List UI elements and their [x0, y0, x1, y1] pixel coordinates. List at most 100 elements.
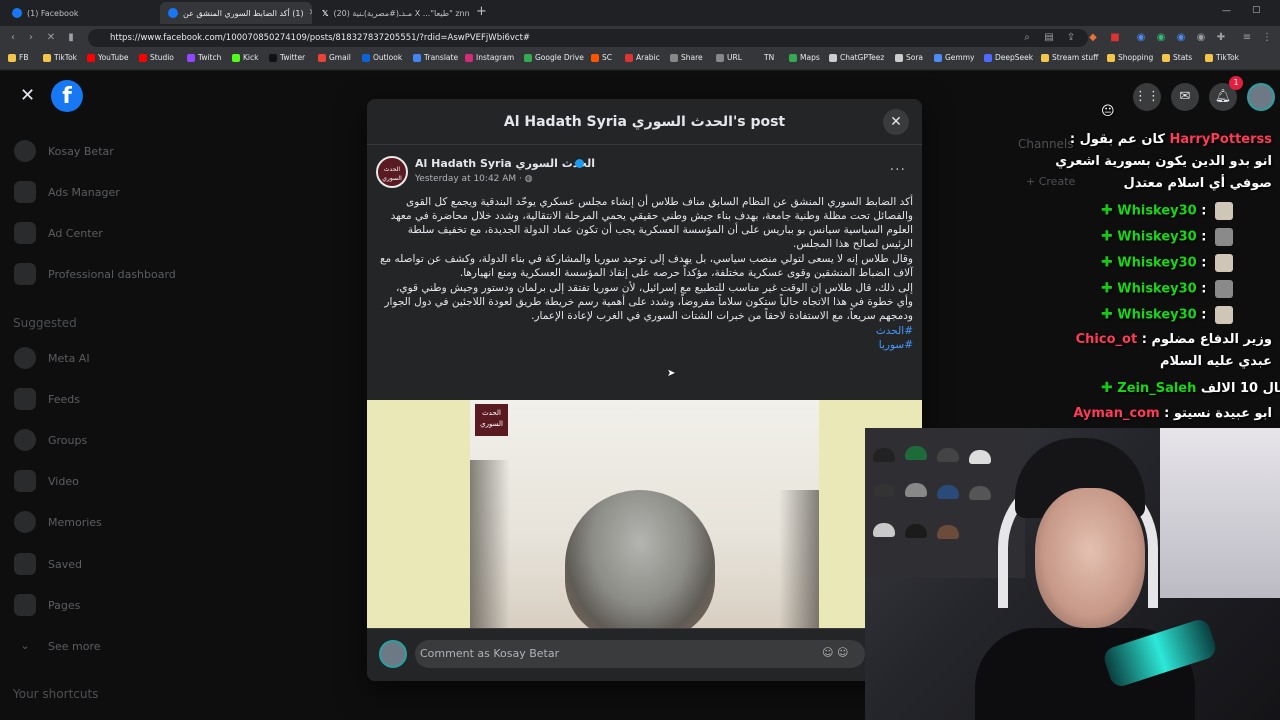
- address-bar[interactable]: https://www.facebook.com/100070850274109…: [88, 29, 1088, 47]
- bookmark-item[interactable]: Twitter: [269, 53, 305, 62]
- bookmark-item[interactable]: Gmail: [318, 53, 351, 62]
- gmail-icon: [318, 53, 326, 62]
- bookmark-item[interactable]: SC: [591, 53, 612, 62]
- plus-badge-icon: ✚: [1101, 228, 1113, 245]
- extension-icon[interactable]: ◉: [1194, 31, 1208, 45]
- kick-icon: [232, 53, 240, 62]
- bookmark-item[interactable]: Shopping: [1107, 53, 1153, 62]
- bookmark-item[interactable]: Outlook: [362, 53, 402, 62]
- maps-icon: [789, 53, 797, 62]
- facebook-logo-icon[interactable]: f: [51, 80, 83, 112]
- post-options-button[interactable]: ···: [890, 162, 906, 178]
- share-icon[interactable]: ⇪: [1064, 31, 1078, 45]
- hashtag-link[interactable]: #سوريا: [377, 338, 913, 352]
- sidebar-item-meta-ai[interactable]: Meta AI: [14, 345, 90, 371]
- bookmark-item[interactable]: Translate: [413, 53, 458, 62]
- close-viewer-icon[interactable]: ✕: [20, 85, 35, 106]
- sidebar-item-pages[interactable]: Pages: [14, 592, 80, 618]
- messenger-icon[interactable]: ✉: [1171, 83, 1199, 111]
- dashboard-icon: [14, 263, 36, 285]
- avatar[interactable]: [1247, 83, 1275, 111]
- bookmark-item[interactable]: Maps: [789, 53, 820, 62]
- url-text: https://www.facebook.com/100070850274109…: [110, 33, 531, 43]
- post-timestamp[interactable]: Yesterday at 10:42 AM · ◍: [415, 174, 533, 184]
- extension-icon[interactable]: ◉: [1174, 31, 1188, 45]
- post-image[interactable]: الحدث السوري: [470, 400, 819, 628]
- bookmark-item[interactable]: Twitch: [187, 53, 221, 62]
- browser-tab-active[interactable]: (1) أكد الضابط السوري المنشق عن ✕: [160, 2, 312, 24]
- emoji-sticker-icons[interactable]: ☺ ☺: [822, 646, 848, 659]
- tab-title: (1) Facebook: [27, 8, 79, 18]
- bookmark-item[interactable]: FB: [8, 53, 28, 62]
- chat-message: وزير الدفاع مضلوم : Chico_ot: [1075, 332, 1272, 347]
- bookmark-item[interactable]: Google Drive: [524, 53, 584, 62]
- bookmark-item[interactable]: Gemmy: [934, 53, 974, 62]
- sidebar-item-ad-center[interactable]: Ad Center: [14, 220, 103, 246]
- bookmark-item[interactable]: ChatGPTeez: [829, 53, 884, 62]
- folder-icon: [43, 53, 51, 62]
- sidebar-section-heading: Suggested: [13, 316, 77, 330]
- maximize-icon[interactable]: ▢: [1252, 5, 1261, 15]
- sidebar-item-professional-dashboard[interactable]: Professional dashboard: [14, 261, 176, 287]
- chat-message: ✚ Whiskey30 :: [1101, 280, 1233, 298]
- menu-grid-icon[interactable]: ⋮⋮: [1133, 83, 1161, 111]
- bookmark-item[interactable]: Sora: [895, 53, 923, 62]
- brave-shield-icon[interactable]: ◆: [1086, 31, 1100, 45]
- bookmark-item[interactable]: Studio: [139, 53, 174, 62]
- forward-icon[interactable]: ›: [24, 31, 38, 45]
- adblock-icon[interactable]: ■: [1108, 31, 1122, 45]
- bookmark-item[interactable]: URL: [716, 53, 742, 62]
- arabic-icon: [625, 53, 633, 62]
- hashtag-link[interactable]: #الحدث: [377, 324, 913, 338]
- menu-icon[interactable]: ≡: [1240, 31, 1254, 45]
- minimize-icon[interactable]: —: [1222, 6, 1231, 16]
- sidebar-item-video[interactable]: Video: [14, 468, 79, 494]
- extensions-puzzle-icon[interactable]: ✚: [1214, 31, 1228, 45]
- sidebar-item-feeds[interactable]: Feeds: [14, 386, 80, 412]
- sidebar-item-saved[interactable]: Saved: [14, 551, 82, 577]
- bookmark-item[interactable]: TikTok: [1205, 53, 1239, 62]
- extension-icon[interactable]: ◉: [1134, 31, 1148, 45]
- bookmark-item[interactable]: DeepSeek: [984, 53, 1033, 62]
- bookmark-item[interactable]: Stream stuff: [1041, 53, 1098, 62]
- sidebar-item-see-more[interactable]: ⌄ See more: [14, 633, 100, 659]
- chat-message: 😐: [1101, 104, 1115, 119]
- bookmark-item[interactable]: Kick: [232, 53, 258, 62]
- link-icon: [716, 53, 724, 62]
- sidebar-profile[interactable]: Kosay Betar: [14, 138, 114, 164]
- sidebar-item-memories[interactable]: Memories: [14, 509, 102, 535]
- back-icon[interactable]: ‹: [6, 31, 20, 45]
- reader-icon[interactable]: ▤: [1042, 31, 1056, 45]
- bookmark-item[interactable]: Stats: [1162, 53, 1192, 62]
- extension-icon[interactable]: ◉: [1154, 31, 1168, 45]
- page-name-link[interactable]: Al Hadath Syria الحدث السوري: [415, 157, 595, 170]
- new-tab-button[interactable]: +: [476, 4, 487, 19]
- post-paragraph: أكد الضابط السوري المنشق عن النظام الساب…: [390, 196, 913, 250]
- bookmark-item[interactable]: TN: [764, 53, 774, 62]
- post-image-container[interactable]: الحدث السوري: [367, 400, 922, 628]
- facebook-icon: [12, 8, 22, 18]
- bookmark-item[interactable]: Instagram: [465, 53, 514, 62]
- stop-loading-icon[interactable]: ✕: [44, 31, 58, 45]
- close-dialog-button[interactable]: ✕: [883, 109, 909, 135]
- bookmark-icon[interactable]: ▮: [64, 31, 78, 45]
- soundcloud-icon: [591, 53, 599, 62]
- zoom-icon[interactable]: ⌕: [1020, 31, 1034, 45]
- bookmark-item[interactable]: Share: [670, 53, 703, 62]
- comment-input[interactable]: Comment as Kosay Betar: [415, 640, 865, 668]
- avatar: [14, 140, 36, 162]
- more-icon[interactable]: ⋮: [1260, 31, 1274, 45]
- sidebar-item-ads-manager[interactable]: Ads Manager: [14, 179, 120, 205]
- bookmark-item[interactable]: TikTok: [43, 53, 77, 62]
- sidebar-item-groups[interactable]: Groups: [14, 427, 87, 453]
- folder-icon: [1107, 53, 1115, 62]
- close-tab-icon[interactable]: ✕: [309, 8, 312, 18]
- bookmark-item[interactable]: Arabic: [625, 53, 660, 62]
- browser-tab[interactable]: 𝕏 (20) مـدـ(#مصرية)ـنية X ..."طيعا" znn …: [314, 2, 470, 24]
- post-dialog: Al Hadath Syria الحدث السوري's post ✕ ال…: [367, 99, 922, 681]
- feeds-icon: [14, 388, 36, 410]
- browser-tab[interactable]: (1) Facebook: [4, 2, 160, 24]
- page-avatar[interactable]: الحدث السوري: [376, 156, 408, 188]
- bookmark-item[interactable]: YouTube: [87, 53, 129, 62]
- create-channel-button[interactable]: + Create: [1026, 175, 1075, 188]
